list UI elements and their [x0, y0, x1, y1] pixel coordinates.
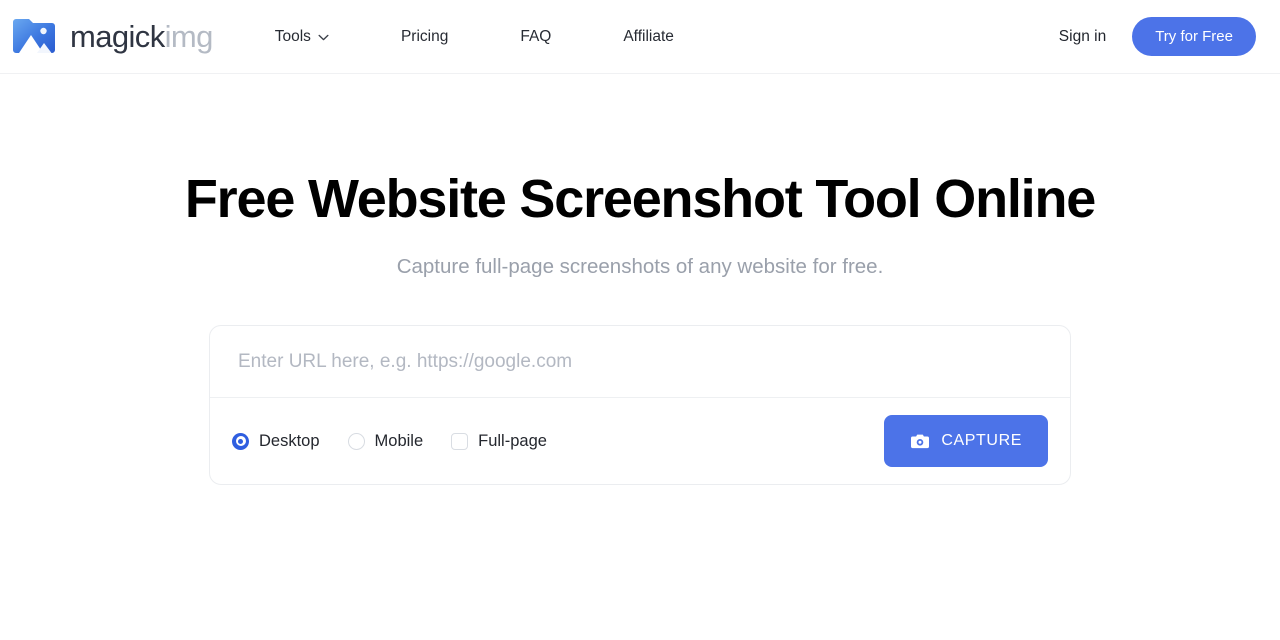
option-mobile[interactable]: Mobile [347, 431, 424, 451]
camera-icon [910, 433, 930, 450]
chevron-down-icon [318, 28, 329, 46]
nav-item-label: Affiliate [623, 27, 674, 45]
nav-item-label: Tools [274, 27, 311, 45]
page-title: Free Website Screenshot Tool Online [184, 169, 1096, 229]
nav-item-faq[interactable]: FAQ [520, 20, 551, 54]
option-label: Mobile [374, 431, 424, 450]
main-content: Free Website Screenshot Tool Online Capt… [0, 74, 1280, 486]
main-navigation: Tools Pricing FAQ Affiliate [275, 20, 674, 54]
capture-card: Desktop Mobile Full-page CAPTURE [209, 325, 1071, 486]
brand-logo[interactable]: magickimg [10, 15, 213, 59]
url-input[interactable] [238, 350, 1042, 373]
capture-options-row: Desktop Mobile Full-page CAPTURE [210, 398, 1070, 484]
nav-item-label: Pricing [400, 27, 449, 45]
option-desktop[interactable]: Desktop [232, 432, 320, 451]
page-subtitle: Capture full-page screenshots of any web… [396, 255, 884, 279]
site-header: magickimg Tools Pricing FAQ Affiliate Si… [0, 0, 1280, 74]
brand-word-dark: magick [70, 19, 165, 54]
radio-mobile[interactable] [347, 432, 365, 450]
option-full-page[interactable]: Full-page [451, 432, 547, 451]
capture-button-label: CAPTURE [941, 432, 1022, 450]
brand-word-light: img [164, 19, 214, 54]
option-label: Full-page [478, 431, 547, 450]
nav-item-tools[interactable]: Tools [275, 20, 329, 54]
sign-in-link[interactable]: Sign in [1059, 28, 1106, 46]
header-actions: Sign in Try for Free [1059, 17, 1256, 56]
option-label: Desktop [259, 431, 320, 450]
image-folder-logo-icon [10, 15, 58, 59]
nav-item-label: FAQ [520, 27, 552, 45]
url-input-row [210, 326, 1070, 399]
try-for-free-button[interactable]: Try for Free [1132, 17, 1256, 56]
capture-button[interactable]: CAPTURE [884, 415, 1048, 468]
nav-item-affiliate[interactable]: Affiliate [623, 20, 674, 54]
nav-item-pricing[interactable]: Pricing [401, 20, 448, 54]
checkbox-full-page[interactable] [451, 432, 469, 450]
radio-desktop[interactable] [232, 432, 249, 450]
brand-wordmark: magickimg [70, 21, 213, 52]
